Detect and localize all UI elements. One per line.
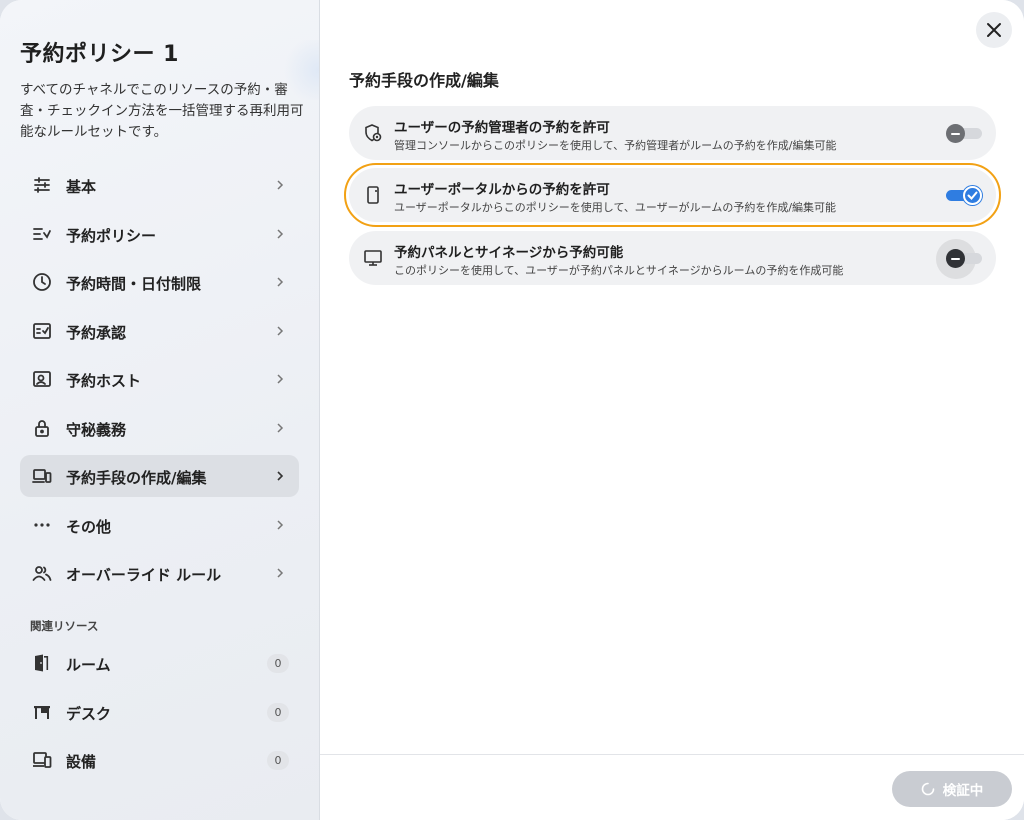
main-panel: 予約手段の作成/編集 ユーザーの予約管理者の予約を許可 管理コンソールからこのポ… (320, 0, 1024, 820)
sidebar-item-label: 予約手段の作成/編集 (66, 469, 207, 487)
portal-booking-toggle[interactable] (946, 186, 982, 205)
sidebar-item-policy[interactable]: 予約ポリシー (20, 213, 299, 255)
resource-label: 設備 (66, 753, 97, 771)
close-icon (987, 23, 1001, 37)
checklist-icon (33, 227, 51, 240)
related-resources-heading: 関連リソース (30, 619, 99, 633)
close-button[interactable] (976, 12, 1012, 48)
door-icon (35, 654, 49, 672)
minus-icon (946, 124, 965, 143)
count-badge: 0 (267, 654, 289, 673)
sliders-icon (34, 177, 50, 193)
chevron-right-icon (277, 471, 284, 481)
sidebar-item-override-rules[interactable]: オーバーライド ルール (20, 552, 299, 594)
sidebar-item-other[interactable]: その他 (20, 504, 299, 546)
option-title: ユーザーの予約管理者の予約を許可 (394, 120, 610, 136)
resource-label: デスク (66, 705, 112, 723)
sidebar: 予約ポリシー 1 すべてのチャネルでこのリソースの予約・審査・チェックイン方法を… (0, 0, 320, 820)
section-title: 予約手段の作成/編集 (349, 71, 499, 90)
panel-signage-booking-toggle[interactable] (936, 239, 982, 279)
chevron-right-icon (277, 374, 284, 384)
admin-booking-toggle[interactable] (946, 124, 982, 143)
verify-button[interactable]: 検証中 (892, 771, 1012, 807)
sidebar-item-host[interactable]: 予約ホスト (20, 358, 299, 400)
host-icon (33, 371, 51, 387)
chevron-right-icon (277, 180, 284, 190)
desk-icon (34, 706, 50, 719)
option-title: ユーザーポータルからの予約を許可 (394, 182, 610, 198)
policy-description: すべてのチャネルでこのリソースの予約・審査・チェックイン方法を一括管理する再利用… (20, 82, 304, 140)
sidebar-item-label: オーバーライド ルール (66, 566, 222, 584)
spinner-icon (921, 782, 935, 796)
count-badge: 0 (267, 703, 289, 722)
clock-icon (33, 273, 51, 291)
sidebar-item-time-limits[interactable]: 予約時間・日付制限 (20, 261, 299, 303)
sidebar-item-label: 予約ポリシー (66, 226, 157, 245)
devices-icon (32, 469, 52, 483)
option-description: 管理コンソールからこのポリシーを使用して、予約管理者がルームの予約を作成/編集可… (394, 139, 837, 152)
chevron-right-icon (277, 228, 284, 239)
equipment-icon (33, 752, 52, 768)
sidebar-item-label: その他 (66, 517, 112, 536)
option-description: ユーザーポータルからこのポリシーを使用して、ユーザーがルームの予約を作成/編集可… (394, 201, 837, 214)
count-badge: 0 (267, 751, 289, 770)
admin-shield-icon (365, 124, 382, 142)
chevron-right-icon (277, 568, 284, 578)
option-description: このポリシーを使用して、ユーザーが予約パネルとサイネージからルームの予約を作成可… (394, 264, 844, 277)
phone-icon (367, 186, 379, 204)
sidebar-nav: 基本 予約ポリシー 予約時間・日付制限 予約承認 予約ホスト 守秘義務 予約手段… (20, 164, 299, 601)
chevron-right-icon (277, 277, 284, 287)
policy-dialog: 予約ポリシー 1 すべてのチャネルでこのリソースの予約・審査・チェックイン方法を… (0, 0, 1024, 820)
approval-icon (33, 322, 51, 339)
policy-title: 予約ポリシー 1 (20, 42, 179, 67)
sidebar-item-label: 予約ホスト (66, 372, 142, 390)
sidebar-item-booking-methods[interactable]: 予約手段の作成/編集 (20, 455, 299, 497)
resource-item-desks[interactable]: デスク 0 (20, 691, 299, 733)
option-portal-booking: ユーザーポータルからの予約を許可 ユーザーポータルからこのポリシーを使用して、ユ… (344, 163, 1001, 227)
sidebar-item-label: 基本 (66, 178, 97, 196)
more-icon (34, 522, 50, 527)
lock-icon (35, 419, 49, 437)
chevron-right-icon (277, 325, 284, 336)
chevron-right-icon (277, 422, 284, 433)
resource-item-equipment[interactable]: 設備 0 (20, 739, 299, 781)
chevron-right-icon (277, 519, 284, 530)
sidebar-item-confidentiality[interactable]: 守秘義務 (20, 407, 299, 449)
verify-button-label: 検証中 (942, 783, 984, 799)
monitor-icon (364, 250, 382, 266)
minus-icon (946, 249, 965, 268)
sidebar-item-label: 予約時間・日付制限 (66, 275, 202, 293)
sidebar-item-label: 予約承認 (66, 323, 127, 342)
sidebar-item-label: 守秘義務 (66, 420, 127, 439)
sidebar-item-basic[interactable]: 基本 (20, 164, 299, 206)
option-title: 予約パネルとサイネージから予約可能 (394, 245, 624, 261)
sidebar-item-approval[interactable]: 予約承認 (20, 310, 299, 352)
option-panel-signage-booking: 予約パネルとサイネージから予約可能 このポリシーを使用して、ユーザーが予約パネル… (349, 231, 996, 285)
resource-label: ルーム (66, 656, 111, 674)
resource-item-rooms[interactable]: ルーム 0 (20, 642, 299, 684)
users-icon (32, 566, 52, 581)
option-admin-booking: ユーザーの予約管理者の予約を許可 管理コンソールからこのポリシーを使用して、予約… (349, 106, 996, 160)
footer: 検証中 (320, 754, 1024, 820)
check-icon (963, 186, 982, 205)
